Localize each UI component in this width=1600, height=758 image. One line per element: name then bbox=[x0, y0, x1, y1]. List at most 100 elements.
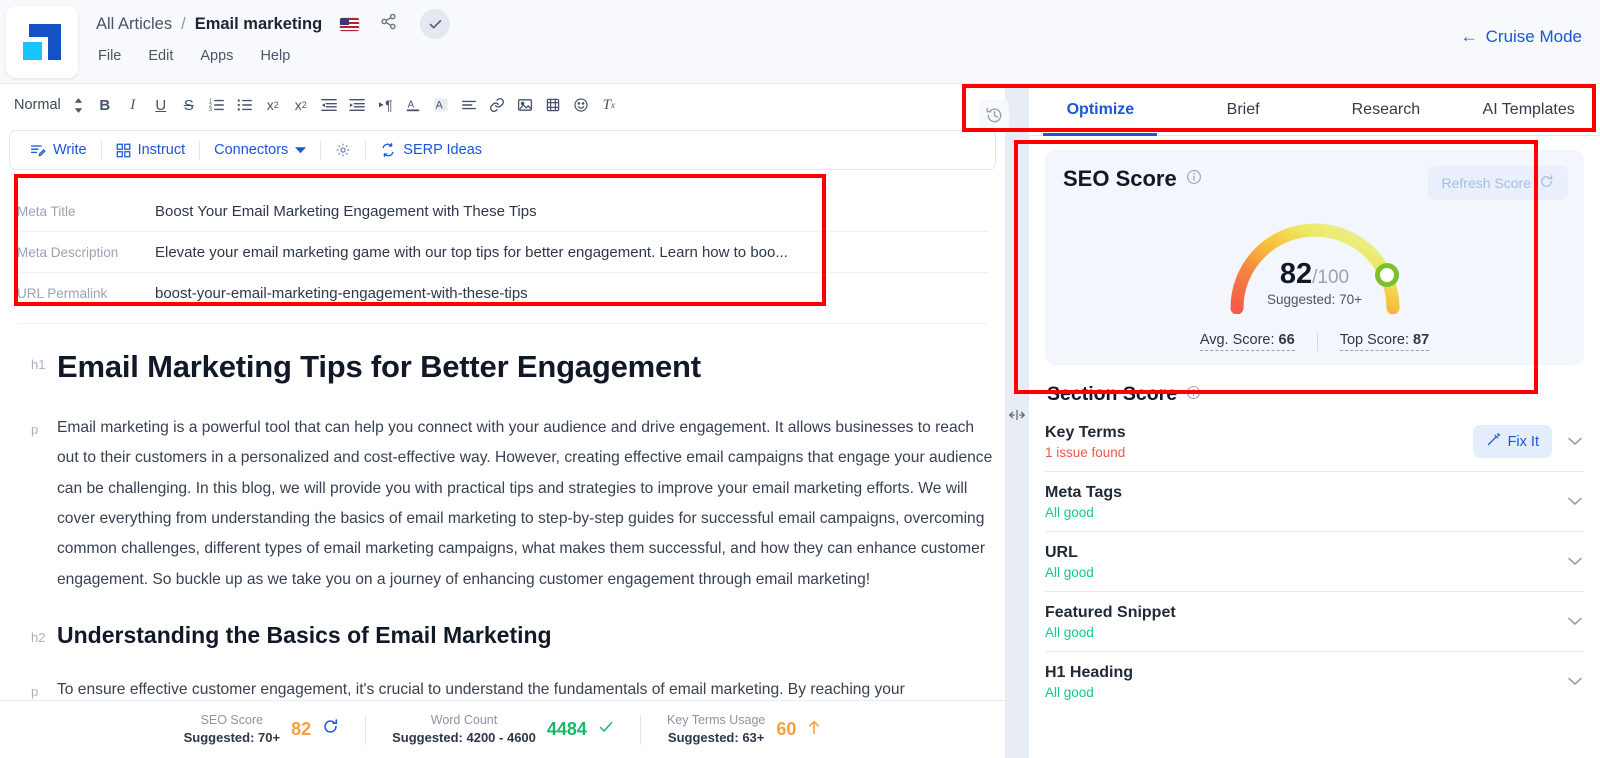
instruct-label: Instruct bbox=[137, 142, 186, 158]
connectors-label: Connectors bbox=[214, 142, 289, 158]
history-icon[interactable] bbox=[979, 100, 1009, 130]
avg-score[interactable]: Avg. Score: 66 bbox=[1199, 332, 1295, 351]
panel-tabs: Optimize Brief Research AI Templates bbox=[1029, 84, 1600, 136]
tab-optimize[interactable]: Optimize bbox=[1029, 84, 1172, 136]
score-divider bbox=[1316, 332, 1318, 351]
status-keyterms-value: 60 bbox=[776, 718, 797, 739]
svg-text:A: A bbox=[407, 100, 414, 111]
logo-mark-icon bbox=[23, 24, 61, 60]
panel-resize-rail[interactable] bbox=[1005, 84, 1029, 758]
settings-button[interactable] bbox=[321, 142, 365, 158]
article-p1-text[interactable]: Email marketing is a powerful tool that … bbox=[57, 413, 996, 595]
indent-icon[interactable] bbox=[343, 91, 371, 119]
section-row-h1-heading[interactable]: H1 Heading All good bbox=[1045, 652, 1584, 712]
us-flag-icon[interactable] bbox=[340, 17, 360, 31]
menu-apps[interactable]: Apps bbox=[200, 48, 233, 64]
section-row-meta-tags[interactable]: Meta Tags All good bbox=[1045, 472, 1584, 532]
ordered-list-icon[interactable]: 1 2 3 bbox=[203, 91, 231, 119]
section-row-url[interactable]: URL All good bbox=[1045, 532, 1584, 592]
subscript-icon[interactable]: x2 bbox=[259, 91, 287, 119]
refresh-icon bbox=[1539, 174, 1554, 192]
section-row-key-terms[interactable]: Key Terms 1 issue found Fix It bbox=[1045, 412, 1584, 472]
video-icon[interactable] bbox=[539, 91, 567, 119]
serp-ideas-button[interactable]: SERP Ideas bbox=[366, 142, 496, 158]
chevron-down-icon[interactable] bbox=[1566, 553, 1584, 571]
emoji-icon[interactable] bbox=[567, 91, 595, 119]
refresh-score-button[interactable]: Refresh Score bbox=[1427, 166, 1568, 200]
align-icon[interactable] bbox=[455, 91, 483, 119]
meta-description-row[interactable]: Meta Description Elevate your email mark… bbox=[9, 232, 996, 272]
chevron-down-icon[interactable] bbox=[1566, 673, 1584, 691]
menu-edit[interactable]: Edit bbox=[148, 48, 173, 64]
meta-title-row[interactable]: Meta Title Boost Your Email Marketing En… bbox=[9, 191, 996, 231]
chevron-down-icon[interactable] bbox=[1566, 493, 1584, 511]
cruise-mode-label: Cruise Mode bbox=[1485, 27, 1582, 46]
superscript-icon[interactable]: x2 bbox=[287, 91, 315, 119]
article-block-h1[interactable]: h1 Email Marketing Tips for Better Engag… bbox=[9, 348, 996, 387]
text-direction-icon[interactable]: ‣¶ bbox=[371, 91, 399, 119]
status-seo-suggested: Suggested: 70+ bbox=[183, 730, 281, 746]
image-icon[interactable] bbox=[511, 91, 539, 119]
fix-it-button[interactable]: Fix It bbox=[1472, 425, 1552, 458]
article-block-h2[interactable]: h2 Understanding the Basics of Email Mar… bbox=[9, 621, 996, 651]
breadcrumb-separator: / bbox=[181, 14, 186, 33]
tab-brief[interactable]: Brief bbox=[1172, 84, 1315, 136]
tab-research[interactable]: Research bbox=[1315, 84, 1458, 136]
outdent-icon[interactable] bbox=[315, 91, 343, 119]
url-permalink-value[interactable]: boost-your-email-marketing-engagement-wi… bbox=[155, 285, 528, 302]
chevron-down-icon bbox=[295, 142, 307, 158]
saved-check-button[interactable] bbox=[420, 9, 451, 39]
status-word-suggested: Suggested: 4200 - 4600 bbox=[392, 730, 536, 746]
share-icon[interactable] bbox=[380, 13, 397, 35]
connectors-dropdown[interactable]: Connectors bbox=[200, 142, 320, 158]
underline-icon[interactable]: U bbox=[147, 91, 175, 119]
article-h1-text[interactable]: Email Marketing Tips for Better Engageme… bbox=[57, 348, 701, 387]
up-arrow-icon bbox=[807, 719, 821, 740]
highlight-color-icon[interactable]: A bbox=[427, 91, 455, 119]
bold-icon[interactable]: B bbox=[91, 91, 119, 119]
breadcrumb-current: Email marketing bbox=[194, 14, 323, 33]
menu-file[interactable]: File bbox=[98, 48, 121, 64]
chevron-down-icon[interactable] bbox=[1566, 613, 1584, 631]
link-icon[interactable] bbox=[483, 91, 511, 119]
url-permalink-label: URL Permalink bbox=[17, 285, 108, 301]
chevron-down-icon[interactable] bbox=[1566, 433, 1584, 451]
block-tag-h1: h1 bbox=[31, 357, 46, 372]
section-row-text: Featured Snippet All good bbox=[1045, 604, 1566, 640]
url-permalink-row[interactable]: URL Permalink boost-your-email-marketing… bbox=[9, 273, 996, 313]
clear-format-icon[interactable]: Tx bbox=[595, 91, 623, 119]
top-score[interactable]: Top Score: 87 bbox=[1339, 332, 1430, 351]
section-name: Meta Tags bbox=[1045, 483, 1123, 501]
seo-editor-app: All Articles / Email marketing File Edit… bbox=[0, 0, 1600, 758]
section-name: Featured Snippet bbox=[1045, 603, 1176, 621]
instruct-button[interactable]: Instruct bbox=[102, 142, 200, 158]
seo-score-card: SEO Score Refresh Score 82/100 Suggested… bbox=[1045, 150, 1584, 365]
menu-help[interactable]: Help bbox=[260, 48, 290, 64]
info-icon[interactable] bbox=[1186, 169, 1202, 190]
strikethrough-icon[interactable]: S bbox=[175, 91, 203, 119]
italic-icon[interactable]: I bbox=[119, 91, 147, 119]
resize-handle-icon[interactable] bbox=[1007, 406, 1027, 424]
breadcrumb-all-articles[interactable]: All Articles bbox=[96, 15, 172, 34]
section-score-header: Section Score bbox=[1045, 383, 1584, 406]
section-name: H1 Heading bbox=[1045, 664, 1134, 681]
fix-it-label: Fix It bbox=[1507, 433, 1539, 450]
meta-title-value[interactable]: Boost Your Email Marketing Engagement wi… bbox=[155, 203, 537, 220]
text-color-icon[interactable]: A bbox=[399, 91, 427, 119]
style-updown-icon[interactable] bbox=[67, 97, 91, 114]
info-icon[interactable] bbox=[1186, 385, 1201, 405]
app-logo[interactable] bbox=[6, 6, 78, 78]
section-status: All good bbox=[1045, 685, 1094, 700]
section-row-featured-snippet[interactable]: Featured Snippet All good bbox=[1045, 592, 1584, 652]
cruise-mode-button[interactable]: ← Cruise Mode bbox=[1461, 27, 1582, 47]
tab-ai-templates[interactable]: AI Templates bbox=[1457, 84, 1600, 136]
status-word-value: 4484 bbox=[546, 718, 587, 739]
meta-description-value[interactable]: Elevate your email marketing game with o… bbox=[155, 244, 788, 261]
article-block-p1[interactable]: p Email marketing is a powerful tool tha… bbox=[9, 413, 996, 595]
section-row-text: URL All good bbox=[1045, 544, 1566, 580]
article-h2-text[interactable]: Understanding the Basics of Email Market… bbox=[57, 621, 552, 651]
bullet-list-icon[interactable] bbox=[231, 91, 259, 119]
refresh-icon[interactable] bbox=[322, 718, 339, 740]
write-button[interactable]: Write bbox=[26, 142, 101, 158]
paragraph-style-select[interactable]: Normal bbox=[14, 97, 61, 113]
